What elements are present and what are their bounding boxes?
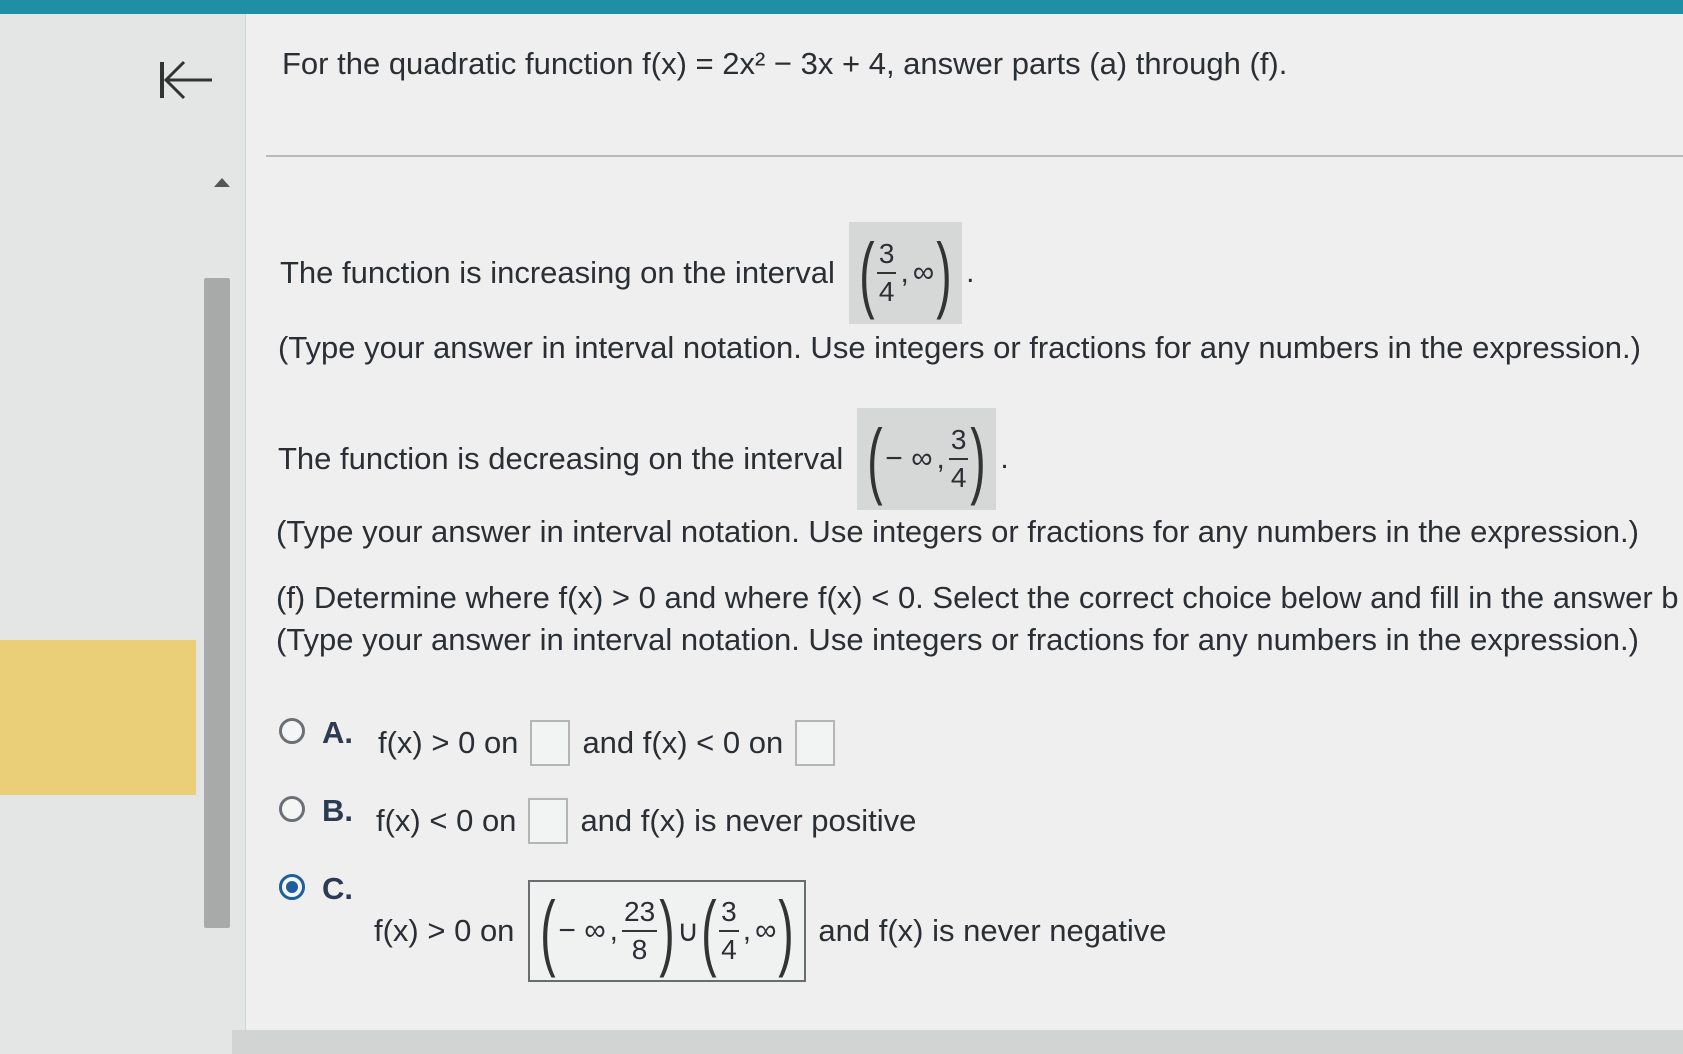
increasing-label: The function is increasing on the interv… <box>280 255 835 290</box>
header-divider <box>266 155 1683 157</box>
back-to-start-button[interactable] <box>150 50 220 120</box>
option-b-radio[interactable] <box>279 796 305 822</box>
bottom-strip <box>232 1030 1683 1054</box>
option-b-letter: B. <box>322 793 353 828</box>
option-a-radio[interactable] <box>279 718 305 744</box>
fraction: 3 4 <box>719 896 739 965</box>
option-c-letter: C. <box>322 871 353 906</box>
fraction: 3 4 <box>876 238 897 307</box>
decreasing-hint: (Type your answer in interval notation. … <box>276 514 1639 549</box>
decreasing-answer-field[interactable]: ( − ∞ , 3 4 ) <box>857 408 997 510</box>
top-bar <box>0 0 1683 14</box>
option-a-answer-field-1[interactable] <box>530 720 571 766</box>
radio-selected-dot <box>286 881 298 893</box>
question-title: For the quadratic function f(x) = 2x² − … <box>282 46 1288 81</box>
option-c-radio[interactable] <box>279 874 305 900</box>
option-c-text: f(x) > 0 on ( − ∞ , 23 8 ) ∪ ( 3 4 , ∞ )… <box>374 880 1166 982</box>
option-b-text: f(x) < 0 on and f(x) is never positive <box>376 798 916 844</box>
fraction: 3 4 <box>948 424 969 493</box>
option-c-answer-field[interactable]: ( − ∞ , 23 8 ) ∪ ( 3 4 , ∞ ) <box>528 880 807 982</box>
increasing-hint: (Type your answer in interval notation. … <box>278 330 1641 365</box>
option-b-answer-field[interactable] <box>528 798 569 844</box>
option-a-letter: A. <box>322 715 353 750</box>
increasing-row: The function is increasing on the interv… <box>280 222 975 324</box>
option-a-text: f(x) > 0 on and f(x) < 0 on <box>378 720 847 766</box>
decreasing-label: The function is decreasing on the interv… <box>278 441 844 476</box>
arrow-left-bar-icon <box>160 60 212 100</box>
scrollbar-thumb[interactable] <box>204 278 230 928</box>
fraction: 23 8 <box>622 896 658 965</box>
left-accent-bar <box>0 640 196 795</box>
option-a-answer-field-2[interactable] <box>795 720 836 766</box>
decreasing-row: The function is decreasing on the interv… <box>278 408 1009 510</box>
scroll-up-arrow-icon[interactable] <box>214 178 230 187</box>
increasing-answer-field[interactable]: ( 3 4 , ∞ ) <box>848 222 963 324</box>
part-f-hint: (Type your answer in interval notation. … <box>276 622 1639 657</box>
part-f-instructions: (f) Determine where f(x) > 0 and where f… <box>276 580 1679 615</box>
